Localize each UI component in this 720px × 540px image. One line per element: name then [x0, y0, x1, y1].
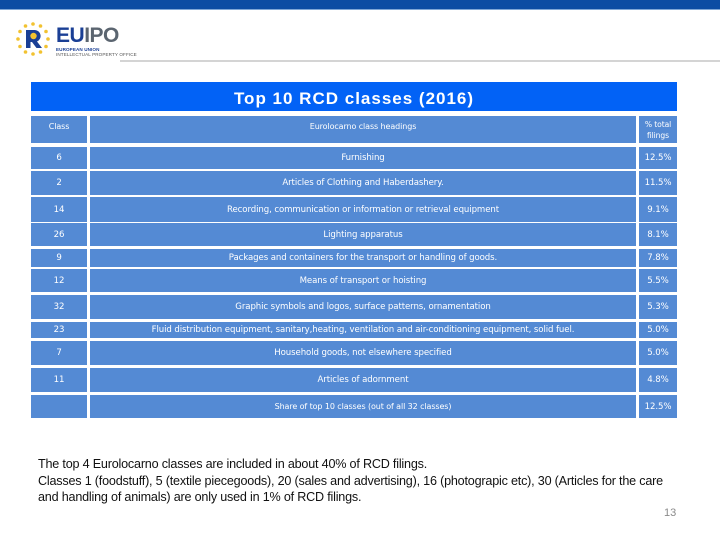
- column-header-pct: % total filings: [639, 116, 677, 143]
- table-row: 9 Packages and containers for the transp…: [31, 249, 677, 267]
- pct-cell: 5.3%: [639, 295, 677, 319]
- share-total-row: Share of top 10 classes (out of all 32 c…: [31, 395, 677, 418]
- table-header-row: Class Eurolocarno class headings % total…: [31, 116, 677, 143]
- euipo-logo: EUIPO European Union Intellectual Proper…: [14, 20, 144, 60]
- class-cell: 23: [31, 322, 87, 338]
- note-line-1: The top 4 Eurolocarno classes are includ…: [38, 457, 428, 471]
- pct-cell: 5.0%: [639, 322, 677, 338]
- class-cell: 9: [31, 249, 87, 267]
- heading-cell: Means of transport or hoisting: [90, 269, 636, 292]
- class-cell: 26: [31, 223, 87, 246]
- pct-cell: 4.8%: [639, 368, 677, 392]
- pct-cell: 7.8%: [639, 249, 677, 267]
- pct-cell: 12.5%: [639, 147, 677, 169]
- heading-cell: Recording, communication or information …: [90, 197, 636, 222]
- table-title: Top 10 RCD classes (2016): [31, 82, 677, 111]
- pct-cell: 5.0%: [639, 341, 677, 365]
- note-line-2: Classes 1 (foodstuff), 5 (textile pieceg…: [38, 473, 663, 505]
- pct-cell: 9.1%: [639, 197, 677, 222]
- heading-cell: Household goods, not elsewhere specified: [90, 341, 636, 365]
- class-cell: 32: [31, 295, 87, 319]
- pct-cell: 5.5%: [639, 269, 677, 292]
- heading-cell: Articles of adornment: [90, 368, 636, 392]
- top-banner-bar: [0, 0, 720, 10]
- class-cell: 6: [31, 147, 87, 169]
- summary-notes: The top 4 Eurolocarno classes are includ…: [38, 456, 678, 506]
- heading-cell: Graphic symbols and logos, surface patte…: [90, 295, 636, 319]
- class-cell: 2: [31, 171, 87, 195]
- table-row: 2 Articles of Clothing and Haberdashery.…: [31, 171, 677, 195]
- class-cell: 11: [31, 368, 87, 392]
- pct-cell: 8.1%: [639, 223, 677, 246]
- column-header-class: Class: [31, 116, 87, 143]
- table-row: 11 Articles of adornment 4.8%: [31, 368, 677, 392]
- logo-subtitle: European Union Intellectual Property Off…: [56, 47, 137, 58]
- page-number: 13: [664, 507, 677, 519]
- eu-stars-emblem-icon: [16, 22, 50, 56]
- heading-cell: Furnishing: [90, 147, 636, 169]
- heading-cell: Articles of Clothing and Haberdashery.: [90, 171, 636, 195]
- header-divider: [120, 60, 720, 62]
- table-row: 32 Graphic symbols and logos, surface pa…: [31, 295, 677, 319]
- class-cell: 14: [31, 197, 87, 222]
- pct-cell: 12.5%: [639, 395, 677, 418]
- table-row: 14 Recording, communication or informati…: [31, 197, 677, 222]
- class-cell: 7: [31, 341, 87, 365]
- heading-cell: Fluid distribution equipment, sanitary,h…: [90, 322, 636, 338]
- table-row: 26 Lighting apparatus 8.1%: [31, 223, 677, 246]
- column-header-heading: Eurolocarno class headings: [90, 116, 636, 143]
- table-row: 7 Household goods, not elsewhere specifi…: [31, 341, 677, 365]
- heading-cell: Share of top 10 classes (out of all 32 c…: [90, 395, 636, 418]
- heading-cell: Packages and containers for the transpor…: [90, 249, 636, 267]
- class-cell: [31, 395, 87, 418]
- table-row: 12 Means of transport or hoisting 5.5%: [31, 269, 677, 292]
- logo-wordmark: EUIPO: [56, 24, 119, 47]
- heading-cell: Lighting apparatus: [90, 223, 636, 246]
- table-row: 23 Fluid distribution equipment, sanitar…: [31, 322, 677, 338]
- table-row: 6 Furnishing 12.5%: [31, 147, 677, 169]
- class-cell: 12: [31, 269, 87, 292]
- pct-cell: 11.5%: [639, 171, 677, 195]
